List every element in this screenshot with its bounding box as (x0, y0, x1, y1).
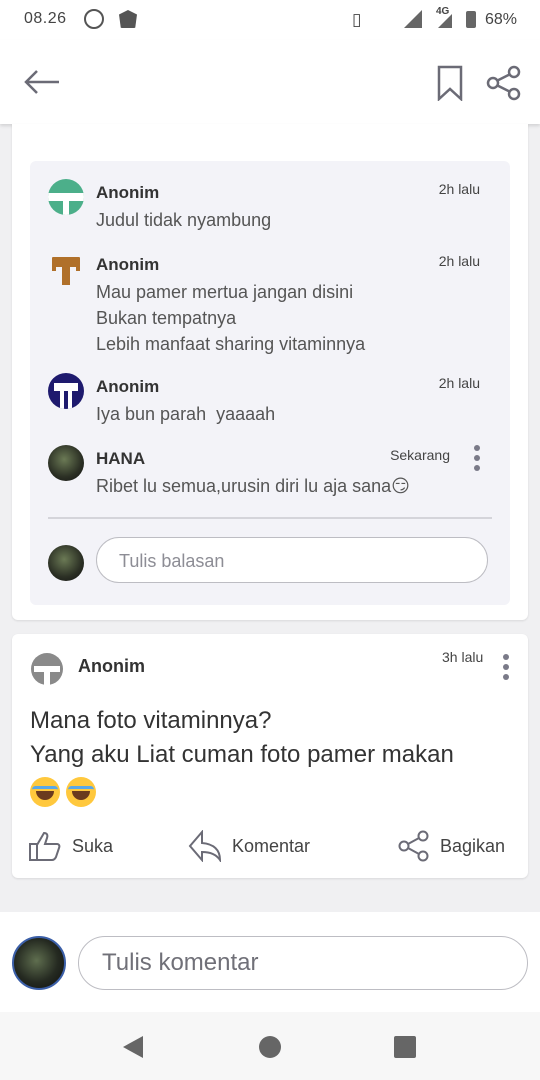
whatsapp-icon (84, 9, 104, 29)
reply-text: Ribet lu semua,urusin diri lu aja sana😏 (96, 476, 410, 496)
reply-time: 2h lalu (438, 253, 480, 269)
vibrate-icon: ▯ (352, 10, 362, 29)
like-button[interactable]: Suka (28, 830, 113, 862)
divider (48, 517, 492, 519)
laughing-crying-emoji-icon (30, 776, 60, 807)
avatar (48, 373, 84, 409)
reply-author: HANA (96, 449, 146, 468)
bookmark-icon (437, 65, 463, 101)
square-recents-icon (394, 1036, 416, 1058)
battery-icon (466, 11, 476, 28)
avatar (30, 652, 64, 686)
back-nav-button[interactable] (118, 1032, 148, 1062)
share-label: Bagikan (440, 835, 506, 856)
battery-percent: 68% (485, 11, 518, 28)
post-line: Mana foto vitaminnya? (30, 707, 272, 734)
reply-author: Anonim (96, 377, 160, 396)
comment-button[interactable]: Komentar (188, 830, 310, 862)
comment-bar: Tulis komentar (0, 912, 540, 1012)
replies-box: Anonim 2h lalu Judul tidak nyambung Anon… (30, 161, 510, 605)
share-button[interactable] (484, 62, 524, 104)
post-time: 3h lalu (442, 649, 484, 665)
share-post-button[interactable]: Bagikan (398, 830, 505, 862)
navigation-bar (0, 1012, 540, 1080)
reply-arrow-icon (188, 830, 222, 862)
status-bar: 08.26 ▯ 4G 68% (0, 0, 540, 40)
user-avatar (12, 936, 66, 990)
status-time: 08.26 (24, 10, 67, 27)
reply-menu-button[interactable] (474, 445, 480, 475)
user-avatar (48, 545, 84, 581)
triangle-back-icon (123, 1036, 143, 1058)
emoji-row (30, 774, 454, 808)
reply-input[interactable]: Tulis balasan (96, 537, 488, 583)
back-button[interactable] (20, 62, 64, 102)
reply-time: Sekarang (390, 447, 450, 463)
network-type: 4G (436, 6, 450, 17)
mpl-icon (119, 10, 137, 28)
reply-time: 2h lalu (438, 181, 480, 197)
thumbs-up-icon (29, 831, 61, 861)
reply-author: Anonim (96, 255, 160, 274)
reply-author: Anonim (96, 183, 160, 202)
reply-text: Judul tidak nyambung (96, 210, 272, 230)
share-icon (486, 65, 521, 101)
comment-label: Komentar (232, 835, 311, 856)
comment-input[interactable]: Tulis komentar (78, 936, 528, 990)
app-bar (0, 40, 540, 124)
like-label: Suka (72, 835, 114, 856)
reply-text: Iya bun parah yaaaah (96, 404, 276, 424)
recents-nav-button[interactable] (390, 1032, 420, 1062)
avatar (48, 251, 84, 287)
laughing-crying-emoji-icon (66, 776, 96, 807)
post-card: Anonim 3h lalu Mana foto vitaminnya? Yan… (12, 634, 528, 878)
post-author: Anonim (78, 656, 145, 676)
share-icon (398, 830, 429, 862)
post-content: Mana foto vitaminnya? Yang aku Liat cuma… (30, 704, 454, 808)
bookmark-button[interactable] (434, 62, 466, 104)
reply-text: Mau pamer mertua jangan disini Bukan tem… (96, 282, 366, 354)
signal-icon (404, 10, 422, 28)
home-nav-button[interactable] (255, 1032, 285, 1062)
avatar (48, 445, 84, 481)
avatar (48, 179, 84, 215)
circle-home-icon (259, 1036, 281, 1058)
arrow-left-icon (24, 70, 59, 94)
post-line: Yang aku Liat cuman foto pamer makan (30, 741, 454, 768)
reply-time: 2h lalu (438, 375, 480, 391)
post-menu-button[interactable] (503, 654, 509, 684)
comment-card: Anonim 2h lalu Judul tidak nyambung Anon… (12, 124, 528, 620)
